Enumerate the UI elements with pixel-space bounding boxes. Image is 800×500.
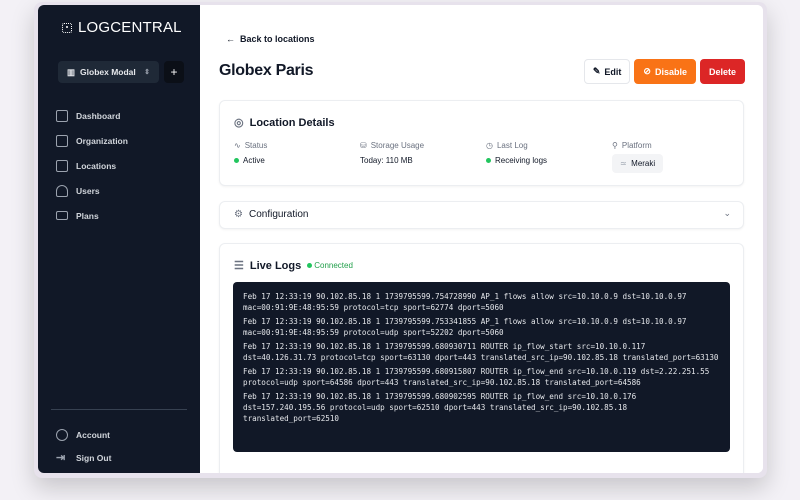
field-label: Platform <box>621 141 652 150</box>
org-switcher[interactable]: ▥ Globex Modal ⇕ <box>58 61 159 83</box>
status-dot <box>234 158 239 163</box>
org-name: Globex Modal <box>80 67 136 77</box>
sidebar-item-users[interactable]: Users <box>56 178 128 203</box>
card-title-text: Live Logs <box>249 259 302 272</box>
status-dot <box>307 263 313 268</box>
activity-icon: ∿ <box>234 141 241 150</box>
sidebar-item-organization[interactable]: Organization <box>56 128 128 153</box>
sign-out-link[interactable]: ⇥ Sign Out <box>56 446 111 469</box>
scroll-text-icon: ☰ <box>234 260 244 272</box>
status-badge: Active <box>243 156 265 165</box>
log-entry: Feb 17 12:33:19 90.102.85.18 1 173979559… <box>243 366 714 387</box>
dashboard-icon <box>56 109 68 122</box>
log-entry: Feb 17 12:33:19 90.102.85.18 1 173979559… <box>243 391 641 424</box>
user-icon <box>56 184 68 197</box>
connection-status: Connected <box>307 261 353 270</box>
building-icon <box>56 134 68 147</box>
storage-field: ⛁ Storage Usage Today: 110 MB <box>360 141 486 173</box>
pencil-icon: ✎ <box>592 66 601 76</box>
chevron-down-icon[interactable]: ⌄ <box>723 208 731 219</box>
status-field: ∿ Status Active <box>234 141 360 173</box>
app-name: LOGCENTRAL <box>78 19 182 36</box>
user-circle-icon <box>56 428 68 441</box>
arrow-left-icon: ← <box>226 34 235 44</box>
card-title: ⚙ Configuration <box>234 209 308 220</box>
platform-value: Meraki <box>631 159 656 168</box>
main-content: ← Back to locations Globex Paris ✎ Edit ⊘… <box>200 5 763 473</box>
connection-label: Connected <box>314 261 353 270</box>
settings-icon: ⚙ <box>234 209 243 220</box>
sidebar-item-locations[interactable]: Locations <box>56 153 128 178</box>
card-title-text: Location Details <box>249 116 335 129</box>
log-entry: Feb 17 12:33:19 90.102.85.18 1 173979559… <box>243 316 692 338</box>
app-window: LOGCENTRAL ▥ Globex Modal ⇕ + Dashboard Or… <box>38 5 763 473</box>
card-title: ◎ Location Details <box>234 116 335 130</box>
last-log-field: ◷ Last Log Receiving logs <box>486 141 612 173</box>
details-fields: ∿ Status Active ⛁ Storage Usage Today: 110 M… <box>234 141 738 173</box>
field-label: Last Log <box>496 141 528 150</box>
chevrons-up-down-icon: ⇕ <box>144 69 150 76</box>
signpost-icon: ⚲ <box>612 141 618 150</box>
platform-badge: ≃ Meraki <box>612 154 664 173</box>
database-icon: ⛁ <box>360 141 367 150</box>
back-link[interactable]: ← Back to locations <box>226 34 315 44</box>
log-entry: Feb 17 12:33:19 90.102.85.18 1 173979559… <box>243 341 719 363</box>
edit-button[interactable]: ✎ Edit <box>583 59 631 84</box>
field-label: Status <box>244 141 268 150</box>
sidebar-item-dashboard[interactable]: Dashboard <box>56 103 128 128</box>
page-title: Globex Paris <box>219 62 314 79</box>
credit-card-icon <box>56 211 68 220</box>
add-org-button[interactable]: + <box>164 61 184 83</box>
last-log-value: Receiving logs <box>495 156 548 165</box>
platform-field: ⚲ Platform ≃ Meraki <box>612 141 738 173</box>
log-viewer[interactable]: Feb 17 12:33:19 90.102.85.18 1 173979559… <box>233 282 730 452</box>
sign-out-icon: ⇥ <box>56 452 66 464</box>
sidebar-bottom: Account ⇥ Sign Out <box>56 423 111 469</box>
account-label: Account <box>76 429 110 440</box>
logo[interactable]: LOGCENTRAL <box>62 19 182 36</box>
disable-button[interactable]: ⊘ Disable <box>634 59 696 84</box>
back-label: Back to locations <box>240 34 315 44</box>
delete-label: Delete <box>708 66 736 77</box>
live-logs-card: ☰ Live Logs Connected Feb 17 12:33:19 90.1… <box>219 243 744 473</box>
disable-label: Disable <box>654 66 687 77</box>
map-icon <box>56 159 68 172</box>
sign-out-label: Sign Out <box>76 452 112 463</box>
account-link[interactable]: Account <box>56 423 111 446</box>
sidebar-divider <box>51 409 187 410</box>
power-off-icon: ⊘ <box>643 66 651 76</box>
log-entry: Feb 17 12:33:19 90.102.85.18 1 173979559… <box>243 292 692 313</box>
clock-icon: ◷ <box>486 141 493 150</box>
location-details-card: ◎ Location Details ∿ Status Active ⛁ Storage… <box>219 100 744 186</box>
delete-button[interactable]: Delete <box>699 59 745 84</box>
card-title-text: Configuration <box>248 209 309 220</box>
sidebar-item-plans[interactable]: Plans <box>56 203 128 228</box>
building-icon: ▥ <box>67 66 76 77</box>
sidebar: LOGCENTRAL ▥ Globex Modal ⇕ + Dashboard Or… <box>38 5 200 473</box>
logo-icon <box>62 22 72 33</box>
sidebar-item-label: Dashboard <box>76 110 121 121</box>
header-actions: ✎ Edit ⊘ Disable Delete <box>583 59 745 84</box>
card-title: ☰ Live Logs Connected <box>234 259 353 273</box>
sidebar-item-label: Plans <box>76 210 99 221</box>
sidebar-item-label: Users <box>76 185 100 196</box>
edit-label: Edit <box>604 66 622 77</box>
configuration-accordion[interactable]: ⚙ Configuration ⌄ <box>219 201 744 229</box>
status-dot <box>486 158 491 163</box>
storage-value: Today: 110 MB <box>360 156 413 165</box>
sidebar-nav: Dashboard Organization Locations Users P… <box>56 103 128 228</box>
sidebar-item-label: Locations <box>76 160 117 171</box>
field-label: Storage Usage <box>370 141 425 150</box>
map-pin-icon: ◎ <box>234 117 244 129</box>
meraki-icon: ≃ <box>620 159 627 168</box>
sidebar-item-label: Organization <box>76 135 128 146</box>
